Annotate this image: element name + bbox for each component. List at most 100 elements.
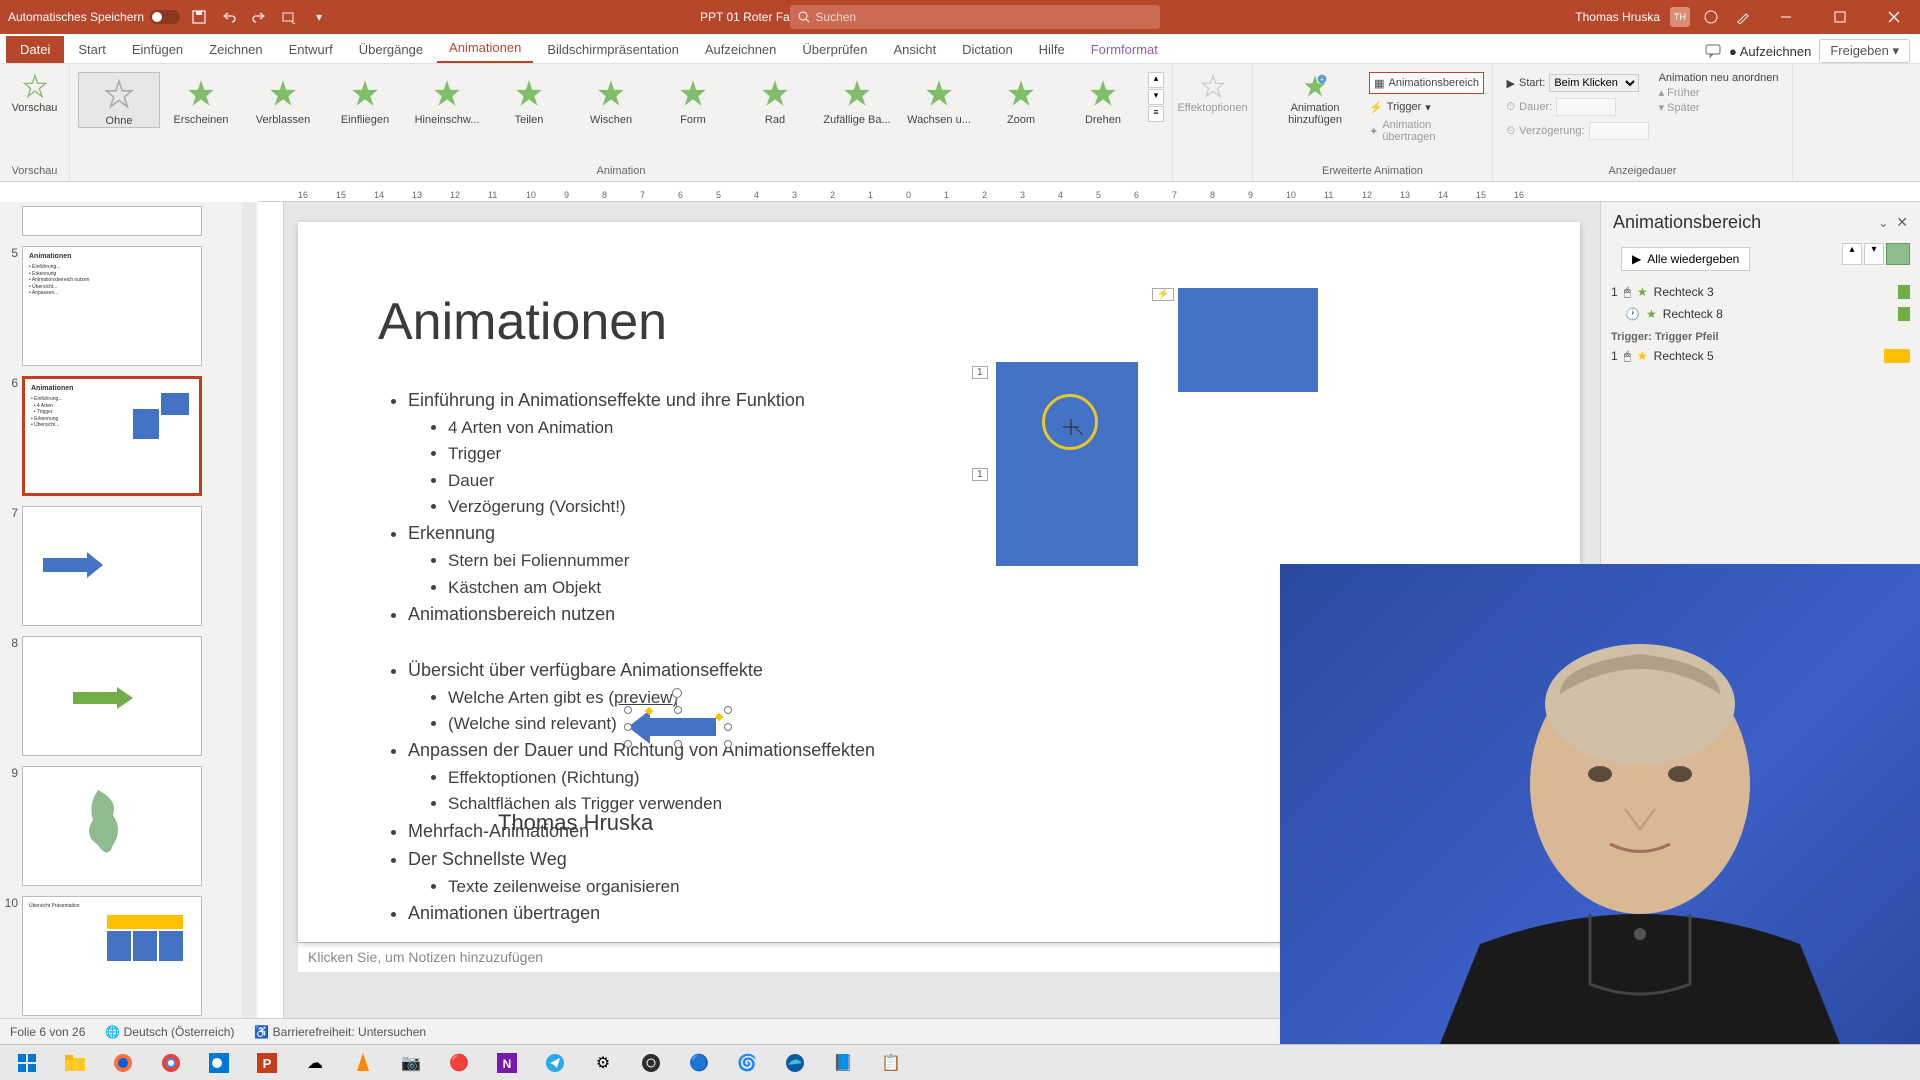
user-avatar[interactable]: TH [1670,7,1690,27]
tab-design[interactable]: Entwurf [277,36,345,63]
anim-flyin[interactable]: Einfliegen [324,72,406,126]
anim-fade[interactable]: Verblassen [242,72,324,126]
redo-icon[interactable] [248,6,270,28]
firefox-icon[interactable] [100,1047,146,1079]
outlook-icon[interactable] [196,1047,242,1079]
splitter[interactable] [240,202,258,1018]
app-icon-6[interactable]: 🌀 [724,1047,770,1079]
vlc-icon[interactable] [340,1047,386,1079]
tab-insert[interactable]: Einfügen [120,36,195,63]
tab-dictation[interactable]: Dictation [950,36,1025,63]
move-down-icon[interactable]: ▾ [1864,243,1884,265]
move-later-button[interactable]: ▾ Später [1659,101,1779,114]
gallery-up-icon[interactable]: ▴ [1148,72,1164,88]
tab-record[interactable]: Aufzeichnen [693,36,789,63]
pane-chevron-icon[interactable]: ⌄ [1878,216,1888,230]
play-all-button[interactable]: ▶ Alle wiedergeben [1621,247,1750,271]
start-from-beginning-icon[interactable] [278,6,300,28]
autosave-toggle[interactable] [150,10,180,24]
anim-shape[interactable]: Form [652,72,734,126]
duration-input[interactable] [1556,98,1616,116]
search-box[interactable] [790,5,1160,29]
accessibility-status[interactable]: ♿ Barrierefreiheit: Untersuchen [254,1025,426,1039]
comments-icon[interactable] [1705,44,1721,58]
delay-input[interactable] [1589,122,1649,140]
anim-swivel[interactable]: Drehen [1062,72,1144,126]
pane-close-icon[interactable]: ✕ [1896,214,1908,231]
rectangle-large[interactable] [996,362,1138,566]
anim-split[interactable]: Teilen [488,72,570,126]
tab-animations[interactable]: Animationen [437,34,533,63]
record-button[interactable]: ● Aufzeichnen [1729,44,1811,59]
tab-slideshow[interactable]: Bildschirmpräsentation [535,36,691,63]
powerpoint-icon[interactable]: P [244,1047,290,1079]
anim-item-1[interactable]: 1 🖱 ★ Rechteck 3 [1611,281,1910,303]
start-menu-icon[interactable] [4,1047,50,1079]
zoom-timeline-icon[interactable] [1886,243,1910,265]
chrome-icon[interactable] [148,1047,194,1079]
start-select[interactable]: Beim Klicken [1549,74,1639,92]
anim-growturn[interactable]: Wachsen u... [898,72,980,126]
anim-wipe[interactable]: Wischen [570,72,652,126]
tab-draw[interactable]: Zeichnen [197,36,274,63]
thumb-4-partial[interactable] [4,206,240,236]
tab-review[interactable]: Überprüfen [790,36,879,63]
slide-body-text[interactable]: Einführung in Animationseffekte und ihre… [388,387,875,928]
undo-icon[interactable] [218,6,240,28]
move-up-icon[interactable]: ▴ [1842,243,1862,265]
anim-appear[interactable]: Erscheinen [160,72,242,126]
app-icon-2[interactable]: 📷 [388,1047,434,1079]
app-icon-8[interactable]: 📋 [868,1047,914,1079]
thumb-5[interactable]: 5★Animationen• Einführung...• Erkennung•… [4,246,240,366]
save-icon[interactable] [188,6,210,28]
arrow-shape-selected[interactable] [628,710,728,744]
anim-wheel[interactable]: Rad [734,72,816,126]
slide-author[interactable]: Thomas Hruska [498,810,653,836]
rectangle-top-right[interactable] [1178,288,1318,392]
share-button[interactable]: Freigeben ▾ [1819,39,1910,63]
search-input[interactable] [815,10,1152,24]
tab-view[interactable]: Ansicht [881,36,948,63]
slide-title[interactable]: Animationen [378,292,667,352]
app-icon[interactable]: ☁ [292,1047,338,1079]
slide-thumbnail-pane[interactable]: 5★Animationen• Einführung...• Erkennung•… [0,202,240,1018]
anim-item-2[interactable]: 🕐 ★ Rechteck 8 [1611,303,1910,325]
anim-zoom[interactable]: Zoom [980,72,1062,126]
thumb-10[interactable]: 10★Übersicht Präsentation [4,896,240,1016]
preview-button[interactable]: Vorschau [6,68,64,118]
tab-file[interactable]: Datei [6,36,64,63]
app-icon-3[interactable]: 🔴 [436,1047,482,1079]
minimize-button[interactable] [1764,0,1808,34]
thumb-8[interactable]: 8★ [4,636,240,756]
language-status[interactable]: 🌐 Deutsch (Österreich) [105,1025,234,1039]
user-name[interactable]: Thomas Hruska [1575,10,1660,24]
gallery-more-icon[interactable]: ≡ [1148,106,1164,122]
effect-options-button[interactable]: Effektoptionen [1171,68,1253,118]
maximize-button[interactable] [1818,0,1862,34]
more-quick-icon[interactable]: ▾ [308,6,330,28]
telegram-icon[interactable] [532,1047,578,1079]
app-icon-7[interactable]: 📘 [820,1047,866,1079]
anim-randombars[interactable]: Zufällige Ba... [816,72,898,126]
thumb-7[interactable]: 7★ [4,506,240,626]
animation-painter-button[interactable]: ✦ Animation übertragen [1369,120,1484,142]
move-earlier-button[interactable]: ▴ Früher [1659,86,1779,99]
add-animation-button[interactable]: + Animation hinzufügen [1261,68,1369,142]
pen-icon[interactable] [1732,6,1754,28]
close-button[interactable] [1872,0,1916,34]
file-explorer-icon[interactable] [52,1047,98,1079]
obs-icon[interactable] [628,1047,674,1079]
tab-start[interactable]: Start [66,36,117,63]
thumb-9[interactable]: 9★ [4,766,240,886]
tab-shapeformat[interactable]: Formformat [1079,36,1170,63]
trigger-button[interactable]: ⚡ Trigger ▾ [1369,96,1484,118]
autosave-control[interactable]: Automatisches Speichern [8,10,180,24]
thumb-6[interactable]: 6★Animationen• Einführung... • 4 Arten •… [4,376,240,496]
tab-help[interactable]: Hilfe [1027,36,1077,63]
gallery-down-icon[interactable]: ▾ [1148,89,1164,105]
animation-pane-button[interactable]: ▦ Animationsbereich [1369,72,1484,94]
slide-counter[interactable]: Folie 6 von 26 [10,1025,85,1039]
anim-item-3[interactable]: 1 🖱 ★ Rechteck 5 [1611,345,1910,367]
app-icon-4[interactable]: ⚙ [580,1047,626,1079]
onenote-icon[interactable]: N [484,1047,530,1079]
